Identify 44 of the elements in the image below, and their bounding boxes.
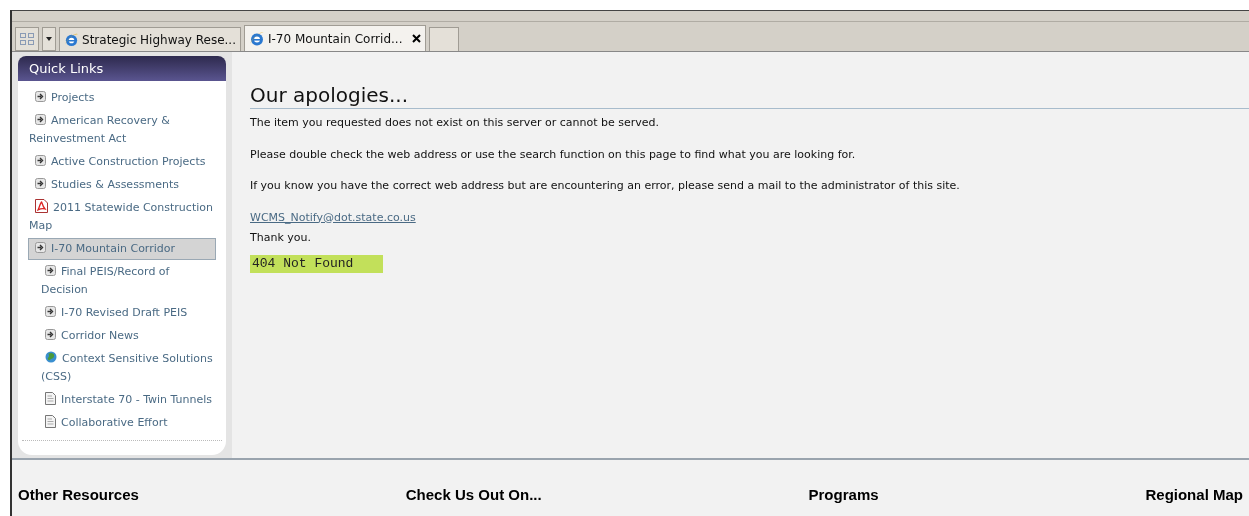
arrow-box-icon bbox=[35, 242, 46, 253]
footer-heading: Check Us Out On... bbox=[405, 485, 542, 505]
arrow-box-icon bbox=[35, 155, 46, 166]
sidebar-link[interactable]: Context Sensitive Solutions (CSS) bbox=[28, 348, 216, 388]
globe-icon bbox=[45, 351, 57, 363]
sidebar-link[interactable]: I-70 Mountain Corridor bbox=[28, 238, 216, 260]
tab-list-button[interactable] bbox=[42, 27, 56, 51]
caret-icon bbox=[46, 37, 52, 41]
document-icon bbox=[45, 415, 56, 428]
footer-heading: Regional Map bbox=[1145, 485, 1243, 505]
arrow-box-icon bbox=[35, 114, 46, 125]
grid-icon bbox=[20, 33, 34, 45]
sidebar-link[interactable]: Corridor News bbox=[28, 325, 216, 347]
email-link[interactable]: WCMS_Notify@dot.state.co.us bbox=[250, 209, 416, 226]
message-text: The item you requested does not exist on this server or cannot be served. bbox=[250, 115, 661, 131]
message-text: If you know you have the correct web address but are encountering an error, please send a mail to the administrator of this site. bbox=[250, 178, 961, 194]
document-icon bbox=[45, 392, 56, 405]
browser-logo-icon bbox=[64, 31, 79, 48]
browser-logo-icon bbox=[249, 30, 265, 47]
arrow-box-icon bbox=[45, 329, 56, 340]
footer-heading: Other Resources bbox=[18, 485, 139, 505]
close-icon[interactable] bbox=[412, 34, 421, 43]
sidebar-title: Quick Links bbox=[18, 56, 226, 81]
sidebar-link[interactable]: Final PEIS/Record of Decision bbox=[28, 261, 216, 301]
browser-tab[interactable]: I-70 Mountain Corrid... bbox=[244, 25, 426, 51]
thanks-text: Thank you. bbox=[250, 230, 312, 246]
arrow-box-icon bbox=[35, 91, 46, 102]
page-heading: Our apologies... bbox=[250, 82, 1249, 109]
sidebar-link[interactable]: Active Construction Projects bbox=[28, 151, 216, 173]
pdf-icon bbox=[35, 199, 48, 213]
sidebar-link[interactable]: Studies & Assessments bbox=[28, 174, 216, 196]
sidebar-link[interactable]: Collaborative Effort bbox=[28, 412, 216, 434]
sidebar-link[interactable]: I-70 Revised Draft PEIS bbox=[28, 302, 216, 324]
sidebar-link[interactable]: Interstate 70 - Twin Tunnels bbox=[28, 389, 216, 411]
sidebar-link[interactable]: American Recovery & Reinvestment Act bbox=[28, 110, 216, 150]
browser-tab[interactable]: Strategic Highway Rese... bbox=[59, 27, 241, 51]
arrow-box-icon bbox=[35, 178, 46, 189]
sidebar-link[interactable]: 2011 Statewide Construction Map bbox=[28, 197, 216, 237]
message-text: Please double check the web address or use the search function on this page to find what you are looking for. bbox=[250, 146, 857, 163]
arrow-box-icon bbox=[45, 306, 56, 317]
sidebar-link[interactable]: Projects bbox=[28, 87, 216, 109]
arrow-box-icon bbox=[45, 265, 56, 276]
footer-heading: Programs bbox=[808, 485, 879, 505]
error-code: 404 Not Found bbox=[250, 254, 383, 273]
